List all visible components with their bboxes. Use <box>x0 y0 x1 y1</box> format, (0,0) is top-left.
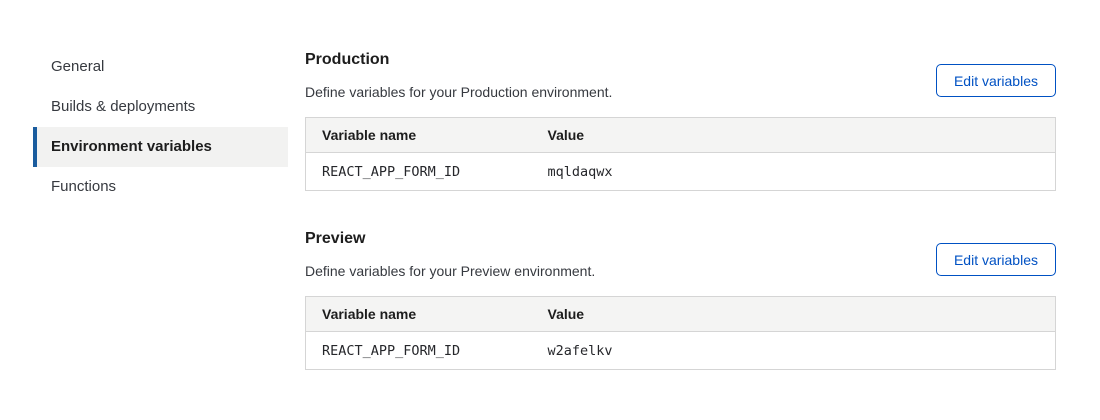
table-header-row: Variable name Value <box>306 297 1056 332</box>
variable-name-column-header: Variable name <box>306 297 532 332</box>
value-column-header: Value <box>532 297 1056 332</box>
production-variables-table: Variable name Value REACT_APP_FORM_ID mq… <box>305 117 1056 191</box>
environment-variables-panel: Production Define variables for your Pro… <box>305 50 1056 408</box>
table-header-row: Variable name Value <box>306 118 1056 153</box>
preview-edit-variables-button[interactable]: Edit variables <box>936 243 1056 276</box>
variable-name-cell: REACT_APP_FORM_ID <box>306 332 532 370</box>
production-section: Production Define variables for your Pro… <box>305 50 1056 191</box>
settings-sidebar: General Builds & deployments Environment… <box>33 47 288 207</box>
sidebar-item-builds-deployments[interactable]: Builds & deployments <box>33 87 288 127</box>
production-edit-variables-button[interactable]: Edit variables <box>936 64 1056 97</box>
sidebar-item-general[interactable]: General <box>33 47 288 87</box>
variable-name-column-header: Variable name <box>306 118 532 153</box>
variable-value-cell: w2afelkv <box>532 332 1056 370</box>
preview-variables-table: Variable name Value REACT_APP_FORM_ID w2… <box>305 296 1056 370</box>
table-row: REACT_APP_FORM_ID mqldaqwx <box>306 153 1056 191</box>
variable-value-cell: mqldaqwx <box>532 153 1056 191</box>
sidebar-item-environment-variables[interactable]: Environment variables <box>33 127 288 167</box>
preview-section: Preview Define variables for your Previe… <box>305 229 1056 370</box>
variable-name-cell: REACT_APP_FORM_ID <box>306 153 532 191</box>
table-row: REACT_APP_FORM_ID w2afelkv <box>306 332 1056 370</box>
sidebar-item-functions[interactable]: Functions <box>33 167 288 207</box>
value-column-header: Value <box>532 118 1056 153</box>
